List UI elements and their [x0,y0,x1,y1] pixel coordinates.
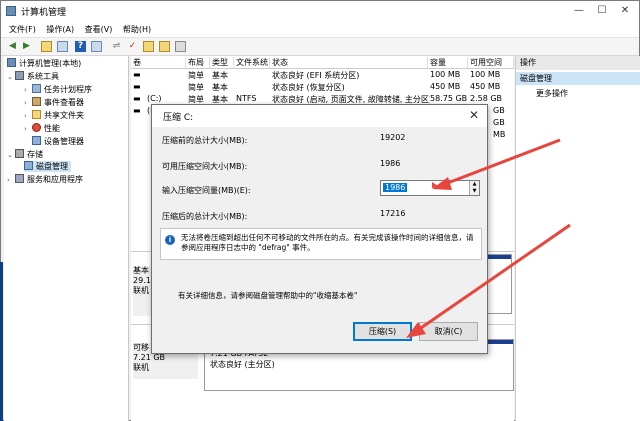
total-after-value: 17216 [380,209,406,218]
show-hide-tree-icon[interactable] [57,41,68,52]
open-icon[interactable] [143,41,154,52]
collapse-icon[interactable]: ⌄ [7,73,15,81]
spin-arrows-icon[interactable]: ▲ ▼ [469,181,479,195]
menu-help[interactable]: 帮助(H) [123,24,151,35]
computer-icon [7,58,16,67]
tree-device-manager[interactable]: 设备管理器 [32,136,84,147]
up-folder-icon[interactable] [41,41,52,52]
tree-root[interactable]: 计算机管理(本地) [7,58,81,69]
connect-icon[interactable]: ⇌ [111,41,122,52]
services-icon [15,174,24,183]
tree-disk-management[interactable]: 磁盘管理 [24,161,71,172]
action-disk-management[interactable]: 磁盘管理 [516,72,640,85]
actions-pane: 操作 磁盘管理 更多操作 [515,56,640,421]
folder-icon [32,110,41,119]
search-icon[interactable] [159,41,170,52]
shrink-button[interactable]: 压缩(S) [353,322,412,341]
volume-icon: ▬ [133,94,141,103]
close-button[interactable]: ✕ [615,4,635,18]
desktop-edge [0,262,3,421]
tree-shared-folders[interactable]: › 共享文件夹 [24,110,84,121]
col-free-space[interactable]: 可用空间 [468,57,514,68]
table-row[interactable]: ▬ 简单 基本 状态良好 (EFI 系统分区) 100 MB 100 MB [131,70,514,81]
help-icon[interactable]: ? [75,41,86,52]
storage-icon [15,149,24,158]
total-before-label: 压缩前的总计大小(MB): [162,136,248,145]
col-type[interactable]: 类型 [210,57,234,68]
col-capacity[interactable]: 容量 [428,57,468,68]
total-before-value: 19202 [380,133,406,142]
disk-icon [24,161,33,170]
col-status[interactable]: 状态 [270,57,428,68]
table-row[interactable]: ▬ 简单 基本 状态良好 (恢复分区) 450 MB 450 MB [131,82,514,93]
col-layout[interactable]: 布局 [186,57,210,68]
expand-icon[interactable]: › [24,99,32,107]
expand-icon[interactable]: › [24,86,32,94]
more-info-text: 有关详细信息，请参阅磁盘管理帮助中的"收缩基本卷" [178,291,358,300]
input-label: 输入压缩空间量(MB)(E): [162,186,251,195]
delete-icon[interactable]: ✓ [127,41,138,52]
tree-event-viewer[interactable]: › 事件查看器 [24,97,84,108]
computer-management-icon [6,6,16,16]
forward-icon[interactable]: ▶ [21,41,32,52]
col-volume[interactable]: 卷 [131,57,186,68]
dialog-close-icon[interactable]: ✕ [469,108,479,122]
tools-icon [15,71,24,80]
minimize-button[interactable]: — [569,4,589,18]
properties-icon[interactable] [91,41,102,52]
dialog-title-bar: 压缩 C: ✕ [152,105,487,127]
back-icon[interactable]: ◀ [7,41,18,52]
shrink-amount-input[interactable]: 1986 [383,183,408,192]
volume-icon: ▬ [133,106,141,115]
navigation-tree: 计算机管理(本地) ⌄ 系统工具 › 任务计划程序 › 事件查看器 › 共享文件夹 › 性… [4,56,129,421]
title-bar: 计算机管理 — ☐ ✕ [1,1,639,21]
tree-task-scheduler[interactable]: › 任务计划程序 [24,84,92,95]
partition-block[interactable] [486,254,512,314]
info-text: 无法将卷压缩到超出任何不可移动的文件所在的点。有关完成该操作时间的详细信息，请参… [181,233,474,252]
event-icon [32,97,41,106]
menu-bar: 文件(F) 操作(A) 查看(V) 帮助(H) [1,21,639,38]
action-more[interactable]: 更多操作 [536,88,568,99]
toolbar: ◀ ▶ ? ⇌ ✓ [1,38,639,56]
menu-action[interactable]: 操作(A) [46,24,74,35]
performance-icon [32,123,41,132]
available-value: 1986 [380,159,401,168]
tree-storage[interactable]: ⌄ 存储 [7,149,43,160]
shrink-dialog: 压缩 C: ✕ 压缩前的总计大小(MB): 19202 可用压缩空间大小(MB)… [151,104,488,354]
col-filesystem[interactable]: 文件系统 [234,57,270,68]
expand-icon[interactable]: › [7,176,15,184]
device-icon [32,136,41,145]
cancel-button[interactable]: 取消(C) [419,322,478,341]
tree-system-tools[interactable]: ⌄ 系统工具 [7,71,59,82]
info-box: i 无法将卷压缩到超出任何不可移动的文件所在的点。有关完成该操作时间的详细信息，… [160,228,482,260]
available-label: 可用压缩空间大小(MB): [162,162,248,171]
dialog-title: 压缩 C: [163,113,194,123]
tree-performance[interactable]: › 性能 [24,123,60,134]
shrink-amount-stepper[interactable]: 1986 ▲ ▼ [380,180,480,196]
total-after-label: 压缩后的总计大小(MB): [162,212,248,221]
maximize-button[interactable]: ☐ [592,4,612,18]
watermark-logo: A [590,398,603,417]
volume-icon: ▬ [133,82,141,91]
tree-services[interactable]: › 服务和应用程序 [7,174,83,185]
window-title: 计算机管理 [21,8,67,18]
info-icon: i [165,235,175,245]
volume-icon: ▬ [133,70,141,79]
clock-icon [32,84,41,93]
expand-icon[interactable]: › [24,125,32,133]
menu-view[interactable]: 查看(V) [85,24,113,35]
menu-file[interactable]: 文件(F) [9,24,36,35]
expand-icon[interactable]: › [24,112,32,120]
collapse-icon[interactable]: ⌄ [7,151,15,159]
view-icon[interactable] [175,41,186,52]
actions-header: 操作 [516,56,640,70]
volume-table-header: 卷 布局 类型 文件系统 状态 容量 可用空间 [131,56,514,69]
